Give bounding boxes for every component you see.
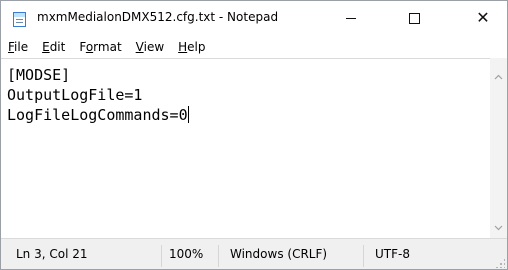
menu-view[interactable]: View: [129, 37, 171, 57]
zoom-level: 100%: [169, 247, 204, 261]
notepad-window: mxmMedialonDMX512.cfg.txt - Notepad ✕ Fi…: [0, 0, 508, 270]
status-divider: [218, 245, 219, 267]
status-divider: [161, 245, 162, 267]
maximize-button[interactable]: [391, 1, 437, 35]
status-divider: [363, 245, 364, 267]
maximize-icon: [408, 12, 420, 24]
line-endings: Windows (CRLF): [230, 247, 328, 261]
text-editor[interactable]: [MODSE] OutputLogFile=1 LogFileLogComman…: [1, 58, 490, 238]
minimize-icon: [346, 17, 356, 19]
close-icon: ✕: [476, 8, 490, 27]
menu-file[interactable]: File: [1, 37, 35, 57]
editor-line: [MODSE]: [7, 66, 71, 84]
text-caret: [187, 106, 189, 123]
window-title: mxmMedialonDMX512.cfg.txt - Notepad: [37, 10, 279, 24]
minimize-button[interactable]: [328, 1, 374, 35]
scroll-up-arrow-icon[interactable]: [490, 68, 507, 85]
title-bar[interactable]: mxmMedialonDMX512.cfg.txt - Notepad ✕: [1, 1, 507, 37]
editor-line-current: LogFileLogCommands=0: [7, 106, 189, 124]
menu-edit[interactable]: Edit: [35, 37, 72, 57]
menu-bar: File Edit Format View Help: [1, 37, 507, 57]
notepad-icon: [13, 12, 26, 27]
menu-help[interactable]: Help: [171, 37, 212, 57]
cursor-position: Ln 3, Col 21: [16, 247, 88, 261]
status-bar: Ln 3, Col 21 100% Windows (CRLF) UTF-8: [1, 238, 507, 269]
resize-grip-icon[interactable]: [495, 258, 505, 268]
scroll-down-arrow-icon[interactable]: [490, 219, 507, 236]
close-button[interactable]: ✕: [460, 1, 506, 35]
menu-format[interactable]: Format: [72, 37, 128, 57]
editor-line: OutputLogFile=1: [7, 86, 143, 104]
vertical-scrollbar[interactable]: [490, 58, 507, 238]
encoding: UTF-8: [375, 247, 410, 261]
